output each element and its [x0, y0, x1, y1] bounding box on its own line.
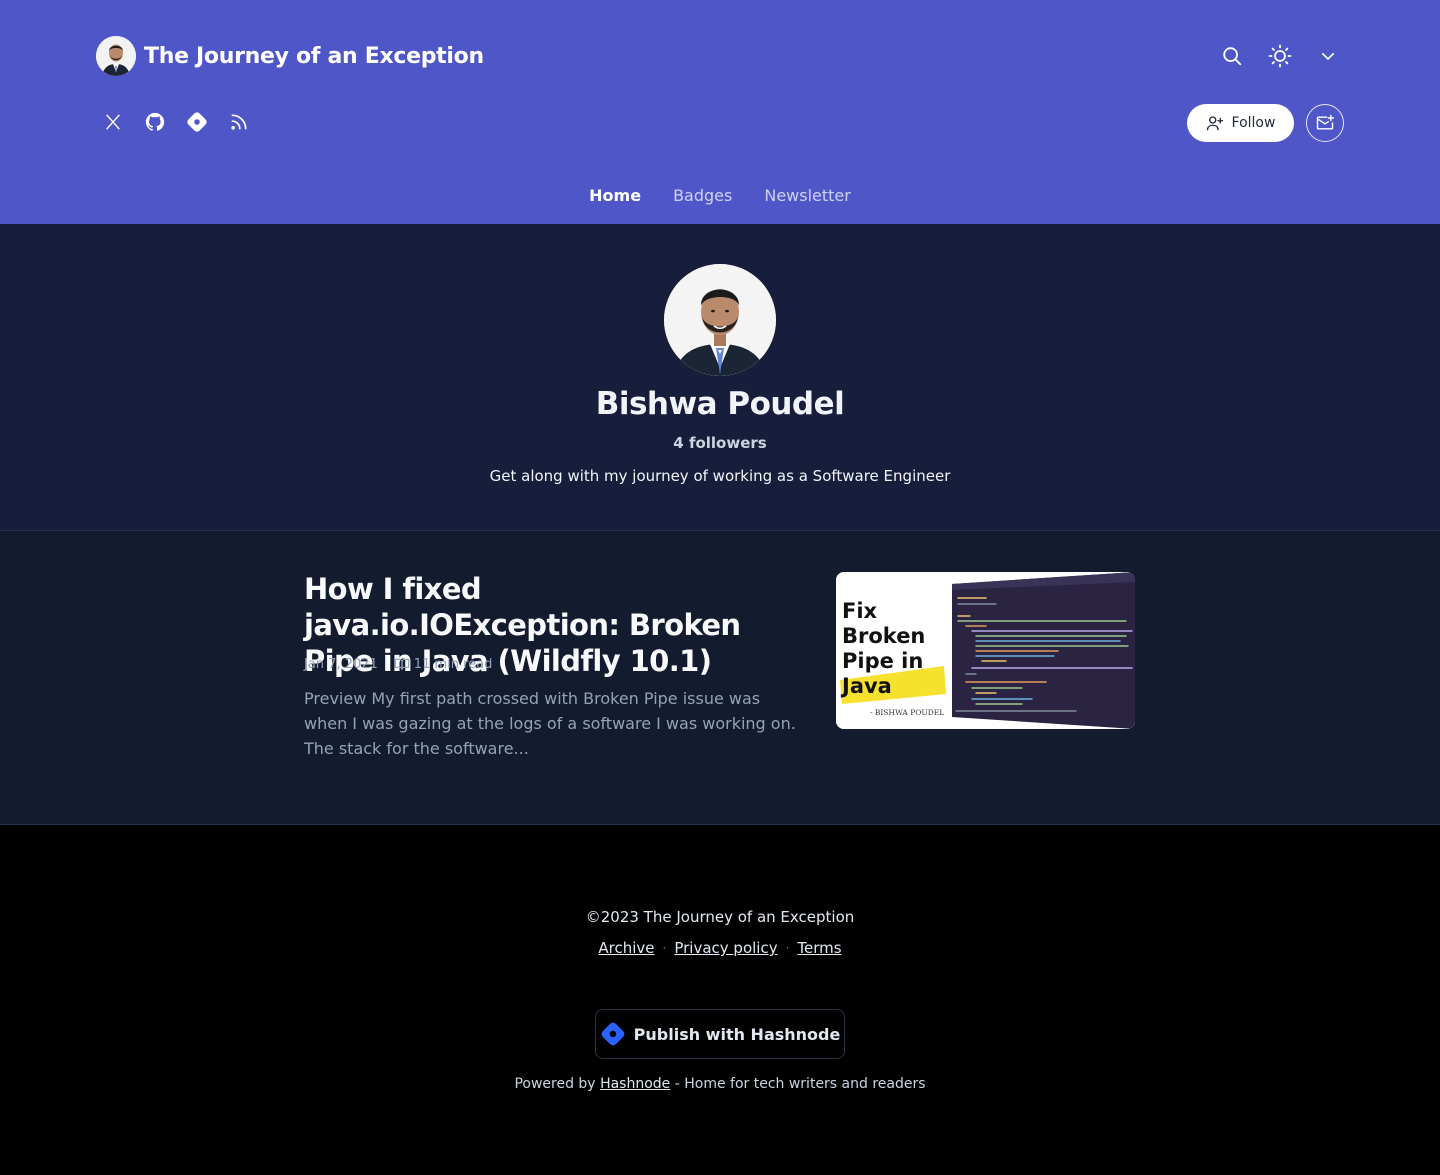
- cover-text-line3: Pipe in: [842, 649, 923, 673]
- site-footer: ©2023 The Journey of an Exception Archiv…: [0, 825, 1440, 1175]
- separator: ·: [785, 941, 790, 955]
- blog-brand[interactable]: The Journey of an Exception: [96, 36, 484, 76]
- cover-text-line2: Broken: [842, 624, 925, 648]
- social-links: [93, 102, 259, 142]
- blog-title[interactable]: The Journey of an Exception: [144, 44, 484, 69]
- powered-by: Powered by Hashnode - Home for tech writ…: [0, 1076, 1440, 1092]
- post-cover-image[interactable]: Fix Broken Pipe in Java - BISHWA POUDEL: [836, 572, 1135, 729]
- cover-text-line4: Java: [840, 674, 892, 698]
- follow-label: Follow: [1231, 115, 1276, 131]
- author-profile: Bishwa Poudel 4 followers Get along with…: [0, 224, 1440, 531]
- footer-link-privacy[interactable]: Privacy policy: [674, 939, 777, 957]
- post-meta: Jan 7, 2021 11 min read: [304, 656, 492, 672]
- copyright: ©2023 The Journey of an Exception: [585, 908, 855, 926]
- github-icon[interactable]: [135, 102, 175, 142]
- hashnode-link[interactable]: Hashnode: [600, 1076, 670, 1092]
- hashnode-icon[interactable]: [177, 102, 217, 142]
- cover-author: - BISHWA POUDEL: [870, 708, 944, 717]
- x-twitter-icon[interactable]: [93, 102, 133, 142]
- footer-link-archive[interactable]: Archive: [598, 939, 654, 957]
- nav-item-home[interactable]: Home: [589, 186, 641, 221]
- blog-nav: Home Badges Newsletter: [0, 186, 1440, 221]
- publish-label: Publish with Hashnode: [633, 1024, 841, 1044]
- nav-item-badges[interactable]: Badges: [673, 186, 732, 221]
- read-time-label: 11 min read: [413, 656, 493, 672]
- post-excerpt: Preview My first path crossed with Broke…: [304, 689, 796, 758]
- search-icon[interactable]: [1212, 36, 1252, 76]
- blog-header: The Journey of an Exception Follow Home …: [0, 0, 1440, 224]
- author-bio: Get along with my journey of working as …: [489, 467, 951, 485]
- nav-item-newsletter[interactable]: Newsletter: [764, 186, 851, 221]
- follower-count[interactable]: 4 followers: [0, 434, 1440, 452]
- newsletter-subscribe-button[interactable]: [1306, 104, 1344, 142]
- follow-button[interactable]: Follow: [1187, 104, 1294, 142]
- book-open-icon: [394, 658, 410, 670]
- post-date: Jan 7, 2021: [304, 656, 378, 672]
- chevron-down-icon[interactable]: [1308, 36, 1348, 76]
- rss-icon[interactable]: [219, 102, 259, 142]
- powered-suffix: - Home for tech writers and readers: [674, 1076, 926, 1092]
- post-list: How I fixed java.io.IOException: Broken …: [0, 531, 1440, 825]
- user-plus-icon: [1206, 116, 1223, 131]
- publish-with-hashnode-button[interactable]: Publish with Hashnode: [595, 1009, 845, 1059]
- footer-links: Archive · Privacy policy · Terms: [0, 939, 1440, 957]
- author-avatar-small: [96, 36, 136, 76]
- cover-text-line1: Fix: [842, 599, 878, 623]
- sun-icon[interactable]: [1260, 36, 1300, 76]
- hashnode-logo-icon: [601, 1022, 625, 1046]
- author-avatar[interactable]: [664, 264, 776, 376]
- powered-prefix: Powered by: [514, 1076, 596, 1092]
- read-time: 11 min read: [394, 656, 493, 672]
- mail-plus-icon: [1316, 114, 1335, 130]
- author-name: Bishwa Poudel: [595, 386, 845, 422]
- footer-link-terms[interactable]: Terms: [797, 939, 841, 957]
- separator: ·: [662, 941, 667, 955]
- header-actions: [1212, 36, 1348, 76]
